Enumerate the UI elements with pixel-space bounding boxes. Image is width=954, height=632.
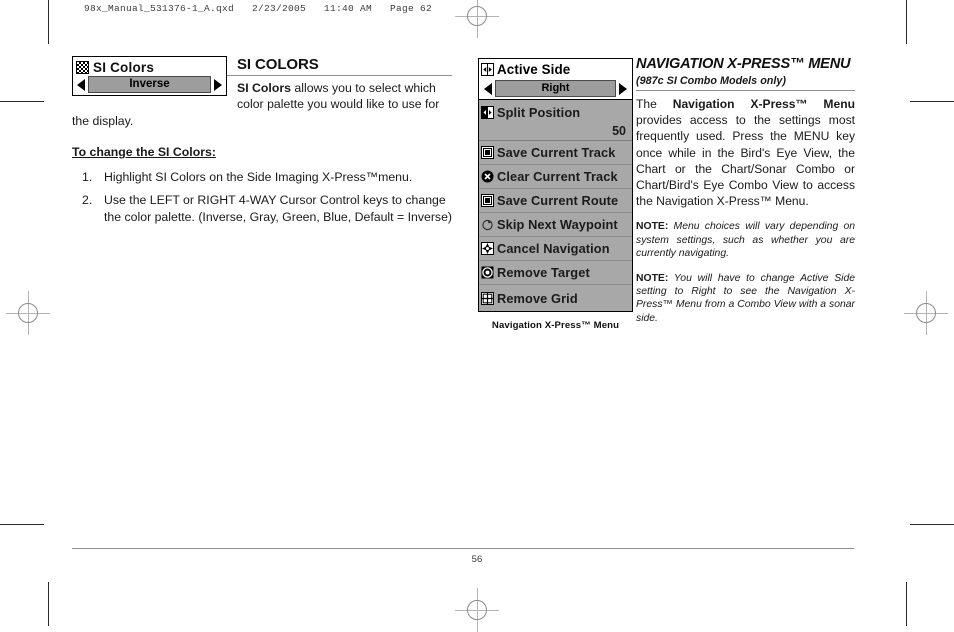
split-position-icon — [481, 105, 494, 119]
right-arrow-icon[interactable] — [619, 82, 627, 95]
menu-item-label: Clear Current Track — [497, 169, 618, 184]
si-colors-widget-label: SI Colors — [93, 59, 155, 75]
crop-mark-bottom-left-vertical — [48, 582, 49, 626]
crop-mark-bottom-right-horizontal — [910, 524, 954, 525]
note-label: NOTE: — [636, 221, 669, 233]
save-route-icon — [481, 194, 494, 207]
si-colors-value[interactable]: Inverse — [88, 76, 211, 93]
active-side-icon — [481, 63, 494, 76]
left-arrow-icon[interactable] — [77, 78, 85, 91]
step-number: 1. — [82, 170, 93, 185]
menu-item-label: Split Position — [497, 104, 581, 120]
change-si-colors-subheading: To change the SI Colors: — [72, 145, 216, 160]
step-text: Use the LEFT or RIGHT 4-WAY Cursor Contr… — [104, 193, 453, 225]
menu-item-remove-target[interactable]: Remove Target — [479, 261, 632, 285]
section-divider — [636, 90, 855, 91]
list-item: 1. Highlight SI Colors on the Side Imagi… — [72, 169, 452, 186]
page-number: 56 — [471, 554, 483, 565]
registration-mark-left — [6, 291, 50, 335]
menu-item-label: Save Current Track — [497, 145, 616, 160]
menu-item-label: Active Side — [497, 62, 571, 77]
clear-track-icon — [481, 170, 494, 183]
skip-waypoint-icon — [481, 218, 494, 231]
split-position-value[interactable]: 50 — [479, 124, 632, 141]
menu-item-label: Remove Target — [497, 265, 590, 280]
left-arrow-icon[interactable] — [484, 82, 492, 95]
si-colors-widget-value-row: Inverse — [73, 76, 226, 95]
left-column: SI Colors Inverse SI COLORS SI Colors al… — [72, 56, 452, 232]
remove-target-icon — [481, 266, 494, 279]
menu-item-cancel-navigation[interactable]: Cancel Navigation — [479, 237, 632, 261]
step-text: Highlight SI Colors on the Side Imaging … — [104, 170, 413, 185]
registration-mark-top — [455, 0, 499, 38]
menu-item-label: Skip Next Waypoint — [497, 217, 618, 232]
si-colors-steps-list: 1. Highlight SI Colors on the Side Imagi… — [72, 169, 452, 226]
body-rest: provides access to the settings most fre… — [636, 113, 855, 209]
menu-item-save-current-route[interactable]: Save Current Route — [479, 189, 632, 213]
crop-mark-top-right-horizontal — [910, 101, 954, 102]
crop-mark-top-left-vertical — [48, 0, 49, 44]
figure-caption: Navigation X-Press™ Menu — [491, 320, 620, 331]
registration-mark-right — [904, 291, 948, 335]
remove-grid-icon — [481, 291, 494, 305]
si-colors-widget-title-row: SI Colors — [73, 57, 226, 76]
note-label: NOTE: — [636, 272, 669, 284]
right-arrow-icon[interactable] — [214, 78, 222, 91]
si-colors-intro-bold: SI Colors — [237, 81, 291, 95]
footer-divider — [72, 548, 854, 549]
si-colors-widget: SI Colors Inverse — [72, 56, 227, 96]
body-lead: The — [636, 97, 673, 111]
menu-item-label: Remove Grid — [497, 290, 578, 306]
menu-item-split-position[interactable]: Split Position — [479, 100, 632, 124]
registration-mark-bottom — [455, 588, 499, 632]
right-column: NAVIGATION X-PRESS™ MENU (987c SI Combo … — [636, 56, 855, 325]
menu-item-remove-grid[interactable]: Remove Grid — [479, 285, 632, 311]
menu-item-label: Cancel Navigation — [497, 241, 610, 256]
crop-mark-bottom-left-horizontal — [0, 524, 44, 525]
device-menu-panel: Active Side Right Split Position 50 Save… — [478, 58, 633, 312]
crop-mark-top-right-vertical — [906, 0, 907, 44]
navigation-xpress-heading: NAVIGATION X-PRESS™ MENU — [636, 56, 851, 72]
menu-item-active-side[interactable]: Active Side — [479, 59, 632, 80]
menu-item-skip-next-waypoint[interactable]: Skip Next Waypoint — [479, 213, 632, 237]
note-1: NOTE: Menu choices will vary depending o… — [636, 220, 855, 260]
navigation-xpress-menu-figure: Active Side Right Split Position 50 Save… — [478, 58, 633, 331]
note-text: Menu choices will vary depending on syst… — [636, 221, 855, 260]
menu-item-save-current-track[interactable]: Save Current Track — [479, 141, 632, 165]
active-side-value[interactable]: Right — [495, 80, 616, 97]
cancel-navigation-icon — [481, 242, 494, 255]
list-item: 2. Use the LEFT or RIGHT 4-WAY Cursor Co… — [72, 192, 452, 226]
manual-page: 98x_Manual_531376-1_A.qxd 2/23/2005 11:4… — [0, 0, 954, 632]
note-2: NOTE: You will have to change Active Sid… — [636, 272, 855, 326]
crop-mark-top-left-horizontal — [0, 101, 44, 102]
body-bold-term: Navigation X-Press™ Menu — [672, 97, 855, 111]
dither-pattern-icon — [76, 60, 89, 74]
note-text: You will have to change Active Side sett… — [636, 272, 855, 324]
menu-item-clear-current-track[interactable]: Clear Current Track — [479, 165, 632, 189]
navigation-xpress-subheading: (987c SI Combo Models only) — [636, 75, 786, 87]
crop-mark-bottom-right-vertical — [906, 582, 907, 626]
active-side-value-row: Right — [479, 80, 632, 100]
step-number: 2. — [82, 193, 93, 208]
navigation-xpress-body: The Navigation X-Press™ Menu provides ac… — [636, 96, 855, 209]
print-file-header: 98x_Manual_531376-1_A.qxd 2/23/2005 11:4… — [84, 3, 433, 14]
menu-item-label: Save Current Route — [497, 193, 619, 208]
save-track-icon — [481, 146, 494, 159]
